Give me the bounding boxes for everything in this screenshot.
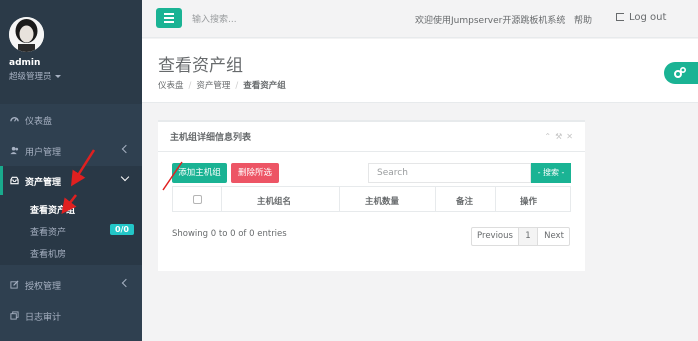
- panel-title: 主机组详细信息列表: [170, 133, 252, 143]
- asset-count-badge: 0/0: [109, 224, 134, 235]
- settings-float-button[interactable]: [664, 62, 698, 84]
- wrench-icon[interactable]: ⚒: [555, 132, 562, 141]
- page-header: 查看资产组 仪表盘 / 资产管理 / 查看资产组: [142, 39, 698, 103]
- dashboard-icon: [10, 116, 19, 122]
- logout-link[interactable]: Log out: [616, 12, 666, 23]
- table-header: 主机组名 主机数量 备注 操作: [172, 186, 571, 212]
- pagination: Previous 1 Next: [471, 227, 570, 246]
- users-icon: [10, 146, 19, 155]
- inbox-icon: [10, 176, 19, 185]
- chevron-down-icon: [120, 172, 130, 182]
- sidebar-item-label: 仪表盘: [25, 117, 53, 127]
- column-header[interactable]: 主机组名: [257, 195, 291, 207]
- profile-role-label: 超级管理员: [9, 72, 52, 82]
- breadcrumb-dashboard[interactable]: 仪表盘: [158, 81, 184, 91]
- next-page-button[interactable]: Next: [538, 228, 570, 245]
- top-search-input[interactable]: 输入搜索...: [192, 12, 237, 25]
- profile-panel: admin 超级管理员: [0, 0, 142, 104]
- submenu-item-idc[interactable]: 查看机房: [30, 247, 66, 260]
- column-header[interactable]: 主机数量: [365, 195, 399, 207]
- page-1-button[interactable]: 1: [518, 228, 538, 245]
- chevron-left-icon: [121, 278, 131, 288]
- copy-icon: [10, 311, 19, 320]
- hamburger-icon: [164, 13, 174, 15]
- menu-toggle-button[interactable]: [156, 8, 182, 28]
- add-host-group-button[interactable]: 添加主机组: [172, 163, 227, 183]
- breadcrumb-current: 查看资产组: [243, 81, 286, 91]
- previous-page-button[interactable]: Previous: [472, 228, 518, 245]
- sidebar: admin 超级管理员 仪表盘 用户管理 资产管理 查看资产组 查看资产 0/0…: [0, 0, 142, 341]
- top-navbar: 输入搜索... 欢迎使用Jumpserver开源跳板机系统 帮助 Log out: [142, 0, 698, 38]
- sidebar-item-permissions[interactable]: 授权管理: [0, 270, 142, 300]
- search-input[interactable]: Search: [368, 163, 531, 183]
- page-title: 查看资产组: [158, 56, 243, 76]
- breadcrumb-assets[interactable]: 资产管理: [196, 81, 230, 91]
- help-link[interactable]: 帮助: [574, 13, 592, 26]
- chevron-left-icon: [121, 144, 131, 154]
- host-group-panel: 主机组详细信息列表 ⌃ ⚒ ✕ 添加主机组 删除所选 Search - 搜索 - 主…: [158, 120, 585, 271]
- delete-selected-button[interactable]: 删除所选: [231, 163, 279, 183]
- sidebar-item-users[interactable]: 用户管理: [0, 136, 142, 166]
- panel-tools: ⌃ ⚒ ✕: [540, 132, 573, 141]
- sidebar-item-audit[interactable]: 日志审计: [0, 301, 142, 331]
- sign-out-icon: [616, 13, 624, 21]
- submenu-item-asset-groups[interactable]: 查看资产组: [30, 203, 75, 216]
- sidebar-item-label: 日志审计: [25, 313, 62, 323]
- logout-label: Log out: [629, 12, 667, 23]
- edit-icon: [10, 280, 19, 289]
- avatar[interactable]: [9, 17, 44, 52]
- profile-role-dropdown[interactable]: 超级管理员: [9, 70, 61, 82]
- column-header: 操作: [520, 197, 538, 207]
- sidebar-item-assets[interactable]: 资产管理: [0, 166, 142, 196]
- welcome-text: 欢迎使用Jumpserver开源跳板机系统: [415, 16, 566, 26]
- sidebar-item-label: 资产管理: [25, 178, 62, 188]
- gears-icon: [674, 66, 687, 78]
- caret-down-icon: [54, 75, 61, 78]
- select-all-checkbox[interactable]: [193, 195, 202, 204]
- close-icon[interactable]: ✕: [566, 132, 573, 141]
- search-button[interactable]: - 搜索 -: [531, 163, 571, 183]
- breadcrumb: 仪表盘 / 资产管理 / 查看资产组: [158, 81, 286, 91]
- sidebar-item-label: 授权管理: [25, 282, 62, 292]
- sidebar-item-label: 用户管理: [25, 148, 62, 158]
- table-info: Showing 0 to 0 of 0 entries: [172, 229, 287, 239]
- profile-name[interactable]: admin: [9, 58, 40, 68]
- column-header[interactable]: 备注: [456, 195, 473, 207]
- submenu-item-assets[interactable]: 查看资产: [30, 225, 66, 238]
- collapse-icon[interactable]: ⌃: [544, 132, 551, 141]
- sidebar-item-dashboard[interactable]: 仪表盘: [0, 105, 142, 135]
